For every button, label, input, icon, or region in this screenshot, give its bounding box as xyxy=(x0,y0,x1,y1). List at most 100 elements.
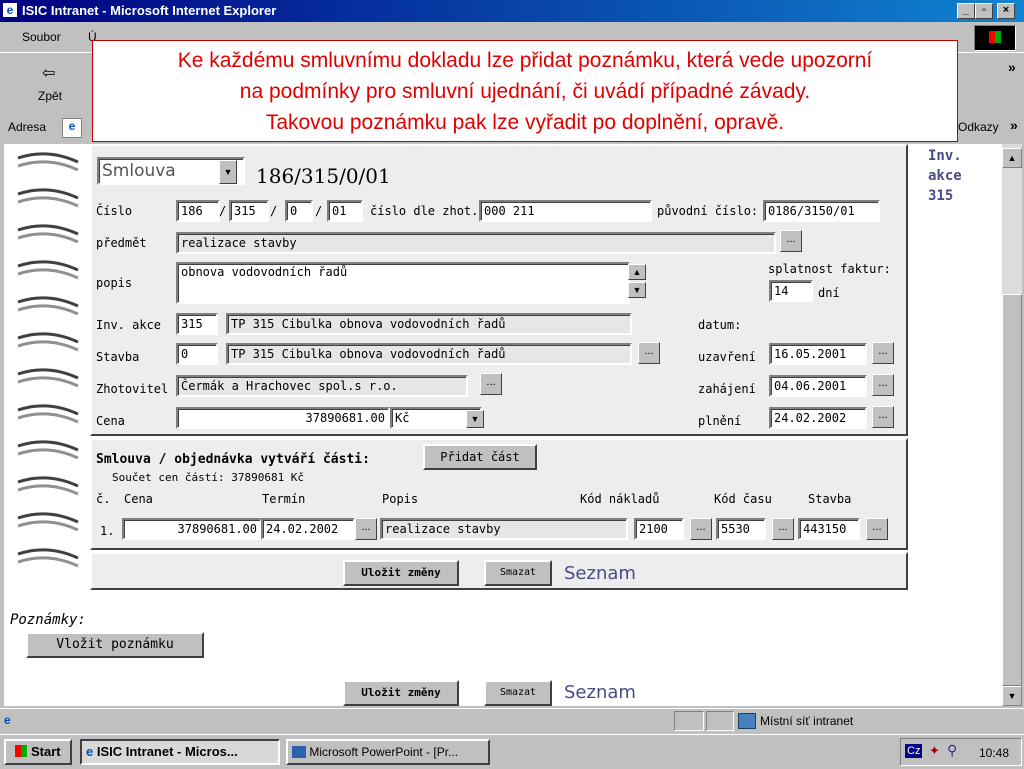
col-header-cena: Cena xyxy=(124,492,153,506)
popis-label: popis xyxy=(96,276,133,290)
inv-akce-label: Inv. akce xyxy=(96,318,162,332)
zahajeni-picker-button[interactable]: ... xyxy=(872,374,894,396)
zahajeni-label: zahájení xyxy=(698,382,756,396)
cislo-part-3[interactable]: 0 xyxy=(285,200,313,222)
delete-button[interactable]: Smazat xyxy=(484,560,552,586)
start-button[interactable]: Start xyxy=(4,739,72,765)
part-stavba-input[interactable]: 443150 xyxy=(798,518,860,540)
dni-label: dní xyxy=(818,286,840,300)
stavba-code-input[interactable]: 0 xyxy=(176,343,218,365)
splatnost-input[interactable]: 14 xyxy=(769,280,813,302)
cena-input[interactable]: 37890681.00 xyxy=(176,407,390,429)
part-stavba-button[interactable]: ... xyxy=(866,518,888,540)
toolbar-more-icon[interactable]: » xyxy=(1008,59,1016,75)
part-kod-casu-button[interactable]: ... xyxy=(772,518,794,540)
cislo-slash-3: / xyxy=(315,204,323,218)
part-termin-picker-button[interactable]: ... xyxy=(355,518,377,540)
cislo-slash-2: / xyxy=(270,204,278,218)
ie-icon: e xyxy=(3,3,17,17)
contract-number-display: 186/315/0/01 xyxy=(256,164,391,188)
side-label-1: Inv. xyxy=(928,148,962,164)
cislo-part-4[interactable]: 01 xyxy=(327,200,363,222)
uzavreni-date-input[interactable]: 16.05.2001 xyxy=(769,343,867,365)
taskbar-ie-icon: e xyxy=(86,744,94,759)
scroll-down-icon[interactable]: ▼ xyxy=(1002,686,1022,706)
minimize-icon[interactable]: _ xyxy=(957,3,975,19)
col-header-no: č. xyxy=(96,492,111,506)
part-termin-input[interactable]: 24.02.2002 xyxy=(261,518,355,540)
start-logo-icon xyxy=(15,745,28,757)
part-row-no: 1. xyxy=(100,524,115,538)
part-popis-input[interactable]: realizace stavby xyxy=(380,518,628,540)
add-note-button[interactable]: Vložit poznámku xyxy=(26,632,204,658)
side-label-2: akce xyxy=(928,168,962,184)
tray-network-icon[interactable]: ✦ xyxy=(929,743,940,759)
vertical-scrollbar[interactable]: ▲ ▼ xyxy=(1002,144,1022,706)
popis-value: obnova vodovodních řadů xyxy=(181,265,348,279)
page-icon: e xyxy=(62,118,82,138)
stavba-name-input[interactable]: TP 315 Cibulka obnova vodovodních řadů xyxy=(226,343,632,365)
callout-line-3: Takovou poznámku pak lze vyřadit po dopl… xyxy=(265,111,785,134)
cislo-part-1[interactable]: 186 xyxy=(176,200,220,222)
datum-label: datum: xyxy=(698,318,742,332)
plneni-picker-button[interactable]: ... xyxy=(872,406,894,428)
part-cena-input[interactable]: 37890681.00 xyxy=(122,518,262,540)
language-indicator[interactable]: Cz xyxy=(905,744,923,758)
popis-textarea[interactable]: obnova vodovodních řadů xyxy=(176,262,630,304)
side-label-3: 315 xyxy=(928,188,954,204)
bottom-list-link[interactable]: Seznam xyxy=(564,682,636,703)
cislo-part-2[interactable]: 315 xyxy=(229,200,269,222)
bottom-delete-button[interactable]: Smazat xyxy=(484,680,552,706)
part-kod-nakladu-button[interactable]: ... xyxy=(690,518,712,540)
bottom-save-changes-button[interactable]: Uložit změny xyxy=(343,680,459,706)
popis-scroll-up-icon[interactable]: ▲ xyxy=(628,264,646,280)
scroll-up-icon[interactable]: ▲ xyxy=(1002,148,1022,168)
list-link[interactable]: Seznam xyxy=(564,563,636,584)
back-label[interactable]: Zpět xyxy=(38,89,62,103)
puvodni-number-input[interactable]: 0186/3150/01 xyxy=(763,200,880,222)
annotation-callout: Ke každému smluvnímu dokladu lze přidat … xyxy=(92,40,958,142)
taskbar-ie-button[interactable]: e ISIC Intranet - Micros... xyxy=(80,739,280,765)
currency-chevron-icon[interactable]: ▼ xyxy=(466,410,484,428)
inv-akce-code-input[interactable]: 315 xyxy=(176,313,218,335)
parts-heading: Smlouva / objednávka vytváří části: xyxy=(96,452,370,467)
col-header-stavba: Stavba xyxy=(808,492,852,506)
zhotovitel-lookup-button[interactable]: ... xyxy=(480,373,502,395)
uzavreni-picker-button[interactable]: ... xyxy=(872,342,894,364)
links-label[interactable]: Odkazy xyxy=(958,120,999,134)
clock: 10:48 xyxy=(979,746,1010,760)
zhot-number-input[interactable]: 000 211 xyxy=(479,200,652,222)
binder-rings xyxy=(17,152,79,568)
predmet-input[interactable]: realizace stavby xyxy=(176,232,776,254)
stavba-lookup-button[interactable]: ... xyxy=(638,342,660,364)
start-label: Start xyxy=(31,744,61,759)
cena-value: 37890681.00 xyxy=(305,411,385,425)
zahajeni-date-input[interactable]: 04.06.2001 xyxy=(769,375,867,397)
save-changes-button[interactable]: Uložit změny xyxy=(343,560,459,586)
close-icon[interactable]: × xyxy=(997,3,1015,19)
popis-scroll-down-icon[interactable]: ▼ xyxy=(628,282,646,298)
taskbar-powerpoint-button[interactable]: Microsoft PowerPoint - [Pr... xyxy=(286,739,490,765)
zhot-label: číslo dle zhot.: xyxy=(370,204,486,218)
scroll-thumb[interactable] xyxy=(1002,294,1022,686)
back-arrow-icon[interactable]: ⇦ xyxy=(42,63,55,83)
taskbar-powerpoint-icon xyxy=(292,746,306,758)
chevron-down-icon[interactable]: ▼ xyxy=(219,160,237,184)
splatnost-label: splatnost faktur: xyxy=(768,262,891,276)
menu-soubor[interactable]: Soubor xyxy=(22,30,61,44)
tray-search-icon[interactable]: ⚲ xyxy=(947,742,957,759)
inv-akce-name-input[interactable]: TP 315 Cibulka obnova vodovodních řadů xyxy=(226,313,632,335)
links-more-icon[interactable]: » xyxy=(1010,117,1018,133)
maximize-icon[interactable]: ▫ xyxy=(975,3,993,19)
part-kod-nakladu-input[interactable]: 2100 xyxy=(634,518,684,540)
zhotovitel-input[interactable]: Čermák a Hrachovec spol.s r.o. xyxy=(176,375,468,397)
status-pane-2 xyxy=(706,711,734,731)
zhotovitel-label: Zhotovitel xyxy=(96,382,169,396)
puvodni-label: původní číslo: xyxy=(657,204,759,218)
taskbar-powerpoint-label: Microsoft PowerPoint - [Pr... xyxy=(309,745,459,759)
predmet-lookup-button[interactable]: ... xyxy=(780,230,802,252)
address-label: Adresa xyxy=(8,120,47,134)
plneni-date-input[interactable]: 24.02.2002 xyxy=(769,407,867,429)
add-part-button[interactable]: Přidat část xyxy=(423,444,537,470)
part-kod-casu-input[interactable]: 5530 xyxy=(716,518,766,540)
